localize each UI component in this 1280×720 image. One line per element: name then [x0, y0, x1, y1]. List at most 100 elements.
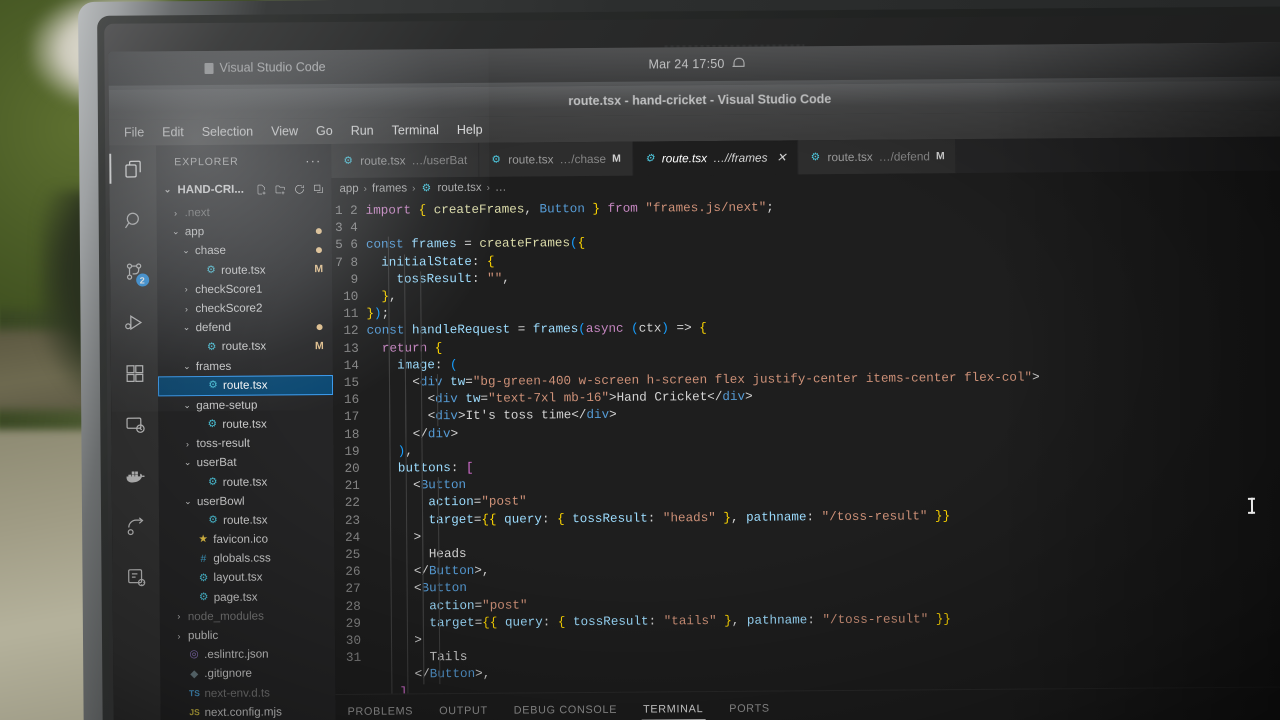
source-control-icon[interactable]: 2 — [119, 256, 150, 288]
file-tree[interactable]: › .next ⌄ app ⌄ chase ⚙ route.tsx M › checkScore1 ›… — [157, 200, 336, 720]
editor-tab-path: …/userBat — [411, 152, 468, 168]
panel-tab-problems[interactable]: PROBLEMS — [345, 697, 415, 720]
file-tree-item[interactable]: › .next — [157, 202, 332, 223]
file-tree-item[interactable]: ⚙ route.tsx M — [157, 260, 332, 281]
menu-item-file[interactable]: File — [115, 122, 153, 142]
file-tree-item[interactable]: ⚙ layout.tsx — [159, 567, 334, 588]
os-clock[interactable]: Mar 24 17:50 — [648, 57, 743, 72]
new-file-icon[interactable] — [255, 183, 267, 195]
explorer-icon[interactable] — [118, 154, 148, 184]
file-tree-label: app — [184, 225, 205, 239]
activity-bar: 2 — [109, 145, 161, 720]
unsaved-indicator-icon — [316, 323, 323, 330]
breadcrumb-item[interactable]: app — [339, 183, 358, 195]
panel-tab-terminal[interactable]: TERMINAL — [641, 695, 705, 720]
tsx-file-icon: ⚙ — [491, 153, 501, 166]
editor-tab-path: …//frames — [712, 150, 768, 166]
breadcrumb-item[interactable]: frames — [372, 182, 407, 194]
menu-item-terminal[interactable]: Terminal — [383, 120, 448, 141]
file-tree-item[interactable]: › node_modules — [160, 606, 335, 627]
file-tree-item[interactable]: › checkScore1 — [157, 279, 332, 300]
file-tree-item[interactable]: ⌄ frames — [158, 356, 333, 377]
file-tree-label: layout.tsx — [213, 571, 263, 585]
file-tree-item[interactable]: ⚙ page.tsx — [160, 587, 335, 608]
file-tree-item[interactable]: › public — [160, 625, 335, 646]
code-editor[interactable]: 1 2 3 4 5 6 7 8 9 10 11 12 13 14 15 16 1… — [332, 192, 1280, 694]
more-actions-icon[interactable]: ··· — [305, 153, 321, 168]
file-tree-label: globals.css — [213, 551, 271, 566]
file-tree-label: route.tsx — [222, 378, 268, 393]
editor-tab-active[interactable]: ⚙ route.tsx …//frames ✕ — [632, 140, 799, 176]
file-tree-label: .eslintrc.json — [204, 647, 269, 662]
panel-tab-debug-console[interactable]: DEBUG CONSOLE — [512, 695, 620, 720]
file-tree-item[interactable]: ⌄ app — [157, 221, 332, 242]
file-tree-item[interactable]: › toss-result — [158, 433, 333, 454]
search-icon[interactable] — [118, 205, 148, 235]
new-folder-icon[interactable] — [274, 183, 286, 195]
collapse-all-icon[interactable] — [312, 183, 324, 195]
chevron-right-icon: › — [177, 630, 181, 641]
git-file-icon: ◆ — [190, 667, 199, 680]
file-tree-item[interactable]: ★ favicon.ico — [159, 529, 334, 550]
file-tree-item[interactable]: ⌄ userBowl — [159, 491, 334, 512]
breadcrumb-item[interactable]: … — [495, 182, 507, 194]
file-tree-item[interactable]: ◎ .eslintrc.json — [160, 644, 335, 665]
file-tree-label: userBowl — [196, 494, 245, 508]
file-tree-label: next-env.d.ts — [204, 686, 270, 700]
explorer-title: EXPLORER — [174, 155, 239, 168]
extensions-icon[interactable] — [119, 358, 149, 388]
chevron-right-icon: › — [177, 611, 181, 622]
editor-tab[interactable]: ⚙ route.tsx …/defend M — [798, 139, 957, 175]
tsx-file-icon: ⚙ — [810, 150, 821, 163]
live-share-icon[interactable] — [121, 511, 151, 541]
project-root-row[interactable]: ⌄ HAND-CRI... — [156, 177, 331, 201]
vscode-window: route.tsx - hand-cricket - Visual Studio… — [108, 80, 1280, 720]
menu-item-help[interactable]: Help — [448, 120, 492, 140]
code-content[interactable]: import { createFrames, Button } from "fr… — [366, 192, 1280, 694]
laptop-screen: Visual Studio Code Mar 24 17:50 route.ts… — [108, 42, 1280, 720]
editor-tab[interactable]: ⚙ route.tsx …/userBat — [331, 142, 480, 179]
tsx-file-icon: ⚙ — [206, 263, 216, 276]
file-tree-label: route.tsx — [222, 475, 268, 489]
file-tree-item[interactable]: › checkScore2 — [157, 298, 332, 319]
refresh-icon[interactable] — [293, 183, 305, 195]
file-tree-item[interactable]: ⌄ chase — [157, 240, 332, 261]
menu-item-view[interactable]: View — [262, 121, 307, 141]
chevron-down-icon: ⌄ — [183, 457, 192, 468]
panel-tab-ports[interactable]: PORTS — [727, 694, 772, 720]
file-tree-item[interactable]: # globals.css — [159, 548, 334, 569]
menu-item-go[interactable]: Go — [307, 121, 342, 141]
breadcrumb-item[interactable]: route.tsx — [437, 182, 481, 194]
editor-tab[interactable]: ⚙ route.tsx …/chase M — [479, 141, 633, 177]
close-icon[interactable]: ✕ — [776, 150, 786, 164]
indent-guide — [421, 460, 425, 684]
bell-icon[interactable] — [733, 58, 744, 70]
file-tree-item[interactable]: TS next-env.d.ts — [160, 682, 335, 703]
file-tree-item[interactable]: ◆ .gitignore — [160, 663, 335, 684]
docker-icon[interactable] — [120, 460, 150, 490]
file-tree-item[interactable]: ⚙ route.tsx — [158, 414, 333, 435]
menu-item-edit[interactable]: Edit — [153, 122, 193, 142]
settings-sync-icon[interactable] — [121, 562, 151, 592]
chevron-down-icon: ⌄ — [183, 360, 191, 371]
panel-tab-output[interactable]: OUTPUT — [437, 696, 490, 720]
os-active-app[interactable]: Visual Studio Code — [204, 60, 326, 75]
file-tree-item[interactable]: ⌄ game-setup — [158, 395, 333, 416]
file-tree-item[interactable]: ⚙ route.tsx M — [158, 336, 333, 357]
remote-explorer-icon[interactable] — [120, 409, 150, 439]
run-and-debug-icon[interactable] — [119, 307, 149, 337]
editor-tab-label: route.tsx — [508, 152, 554, 167]
eslint-file-icon: ◎ — [189, 648, 199, 661]
os-app-label: Visual Studio Code — [219, 60, 326, 75]
file-tree-item[interactable]: ⚙ route.tsx — [159, 471, 334, 492]
editor-tab-label: route.tsx — [360, 153, 406, 168]
menu-item-run[interactable]: Run — [342, 121, 383, 141]
file-tree-label: frames — [195, 359, 232, 373]
file-tree-item[interactable]: ⌄ defend — [157, 317, 332, 338]
menu-item-selection[interactable]: Selection — [193, 122, 263, 143]
file-tree-item[interactable]: ⚙ route.tsx — [159, 510, 334, 531]
file-tree-item[interactable]: JS next.config.mjs — [161, 702, 336, 720]
file-tree-item-selected[interactable]: ⚙ route.tsx — [157, 374, 334, 397]
project-root-label: HAND-CRI... — [177, 183, 244, 196]
file-tree-item[interactable]: ⌄ userBat — [159, 452, 334, 473]
